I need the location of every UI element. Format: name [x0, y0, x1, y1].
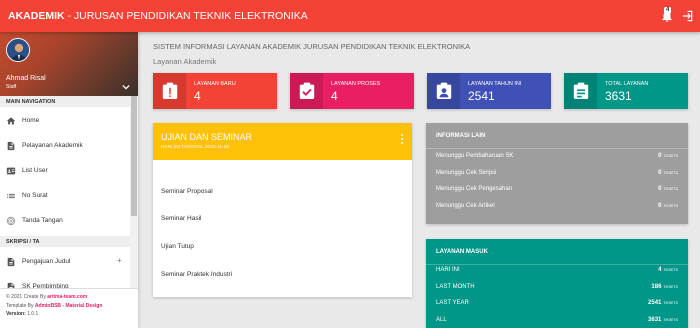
- brand-bold: AKADEMIK: [8, 10, 65, 22]
- info-row-label: Menunggu Pembaharuan SK: [436, 153, 514, 159]
- copyright-link[interactable]: aritma-team.com: [47, 294, 87, 300]
- card-title: UJIAN DAN SEMINAR: [161, 132, 253, 142]
- alert-icon: [162, 82, 178, 99]
- sidebar-item-label: List User: [22, 167, 48, 174]
- chevron-down-icon[interactable]: [122, 84, 130, 90]
- card-title: LAYANAN MASUK: [436, 249, 488, 255]
- fingerprint-icon: [6, 216, 16, 226]
- stat-row-label: HARI INI: [436, 267, 460, 273]
- list-icon: [7, 193, 15, 199]
- main-navigation-header: MAIN NAVIGATION: [0, 96, 130, 107]
- stat-row-label: ALL: [436, 317, 447, 323]
- info-row-value: 0 TIKSETS: [658, 203, 678, 209]
- template-line: Template By AdminBSB - Material Design: [6, 302, 103, 309]
- card-header: UJIAN DAN SEMINAR HARI INI TANGGAL 2022-…: [153, 123, 412, 160]
- info-row-value: 0 TIKSETS: [658, 186, 678, 192]
- template-link[interactable]: AdminBSB - Material Design: [35, 303, 103, 309]
- sidebar-footer: © 2021 Create By aritma-team.com Templat…: [0, 288, 138, 328]
- notification-count-badge: 4: [664, 7, 672, 14]
- sidebar-item-label: Pengajuan Judul: [22, 258, 71, 265]
- document-icon: [7, 141, 15, 151]
- brand-rest: - JURUSAN PENDIDIKAN TEKNIK ELEKTRONIKA: [64, 10, 308, 22]
- logout-icon[interactable]: [680, 9, 694, 23]
- info-box-layanan-baru[interactable]: LAYANAN BARU 4: [153, 73, 277, 109]
- stat-row-value: 4 TIKSETS: [658, 267, 678, 273]
- sidebar-item-label: Home: [22, 117, 40, 124]
- copyright-line: © 2021 Create By aritma-team.com: [6, 294, 88, 300]
- informasi-lain-card: INFORMASI LAIN Menunggu Pembaharuan SK 0…: [426, 123, 688, 224]
- info-row-label: Menunggu Cek Artikel: [436, 203, 495, 209]
- info-box-label: LAYANAN PROSES: [331, 81, 381, 87]
- info-box-value: 3631: [605, 89, 632, 103]
- info-box-value: 4: [331, 89, 338, 103]
- app-brand[interactable]: AKADEMIK - JURUSAN PENDIDIKAN TEKNIK ELE…: [8, 10, 308, 22]
- version-line: Version: 1.0.1: [6, 311, 39, 317]
- sidebar-item-home[interactable]: Home: [0, 109, 130, 133]
- layanan-masuk-card: LAYANAN MASUK HARI INI 4 TIKSETS LAST MON…: [426, 239, 688, 328]
- stat-row-value: 186 TIKSETS: [651, 284, 678, 290]
- sidebar-item-label: No Surat: [22, 192, 48, 199]
- sidebar: Ahmad Risal Staff MAIN NAVIGATION Home P…: [0, 32, 138, 328]
- sidebar-item-pelayanan-akademik[interactable]: Pelayanan Akademik: [0, 134, 130, 158]
- info-row-label: Menunggu Cek Skripsi: [436, 170, 497, 176]
- list-item-seminar[interactable]: Seminar Proposal: [161, 188, 213, 195]
- info-box-label: LAYANAN BARU: [194, 81, 236, 87]
- badge-icon: [436, 82, 452, 99]
- page-subtitle: Layanan Akademik: [153, 57, 217, 66]
- info-box-label: LAYANAN TAHUN INI: [468, 81, 522, 87]
- list-item-seminar[interactable]: Seminar Praktek Industri: [161, 271, 232, 278]
- info-box-label: TOTAL LAYANAN: [605, 81, 649, 87]
- info-row-label: Menunggu Cek Pengesahan: [436, 186, 513, 192]
- avatar[interactable]: [6, 38, 30, 62]
- stat-row-value: 2541 TIKSETS: [648, 300, 678, 306]
- card-subtitle: HARI INI TANGGAL 2022-11-26: [161, 145, 230, 150]
- sidebar-scrollbar-thumb[interactable]: [131, 96, 137, 216]
- stat-row-value: 3631 TIKSETS: [648, 317, 678, 323]
- sidebar-item-list-user[interactable]: List User: [0, 159, 130, 183]
- check-icon: [299, 82, 315, 99]
- info-row-value: 0 TIKSETS: [658, 153, 678, 159]
- home-icon: [6, 117, 16, 125]
- document-icon: [7, 257, 15, 267]
- sidebar-item-label: Pelayanan Akademik: [22, 142, 83, 149]
- stat-row-label: LAST MONTH: [436, 284, 475, 290]
- list-item-seminar[interactable]: Seminar Hasil: [161, 215, 201, 222]
- user-info-panel: Ahmad Risal Staff: [0, 32, 138, 96]
- info-box-layanan-tahun-ini[interactable]: LAYANAN TAHUN INI 2541: [427, 73, 551, 109]
- sidebar-item-label: Tanda Tangan: [22, 217, 63, 224]
- sidebar-item-pengajuan-judul[interactable]: Pengajuan Judul +: [0, 250, 130, 274]
- clipboard-icon: [573, 82, 589, 99]
- sidebar-item-tanda-tangan[interactable]: Tanda Tangan: [0, 209, 130, 233]
- user-role: Staff: [6, 84, 17, 90]
- expand-icon[interactable]: +: [117, 256, 122, 265]
- card-title: INFORMASI LAIN: [436, 133, 486, 139]
- more-vert-icon[interactable]: [399, 133, 405, 145]
- sidebar-item-no-surat[interactable]: No Surat: [0, 184, 130, 208]
- list-item-seminar[interactable]: Ujian Tutup: [161, 243, 194, 250]
- info-box-layanan-proses[interactable]: LAYANAN PROSES 4: [290, 73, 414, 109]
- info-row-value: 0 TIKSETS: [658, 170, 678, 176]
- top-navbar: AKADEMIK - JURUSAN PENDIDIKAN TEKNIK ELE…: [0, 0, 700, 32]
- skripsi-header: SKRIPSI / TA: [0, 236, 130, 247]
- info-box-value: 2541: [468, 89, 495, 103]
- page-title: SISTEM INFORMASI LAYANAN AKADEMIK JURUSA…: [153, 42, 471, 51]
- info-box-total-layanan[interactable]: TOTAL LAYANAN 3631: [564, 73, 688, 109]
- stat-row-label: LAST YEAR: [436, 300, 469, 306]
- user-name: Ahmad Risal: [6, 75, 46, 82]
- ujian-seminar-card: UJIAN DAN SEMINAR HARI INI TANGGAL 2022-…: [153, 123, 412, 297]
- info-box-value: 4: [194, 89, 201, 103]
- id-card-icon: [6, 167, 16, 175]
